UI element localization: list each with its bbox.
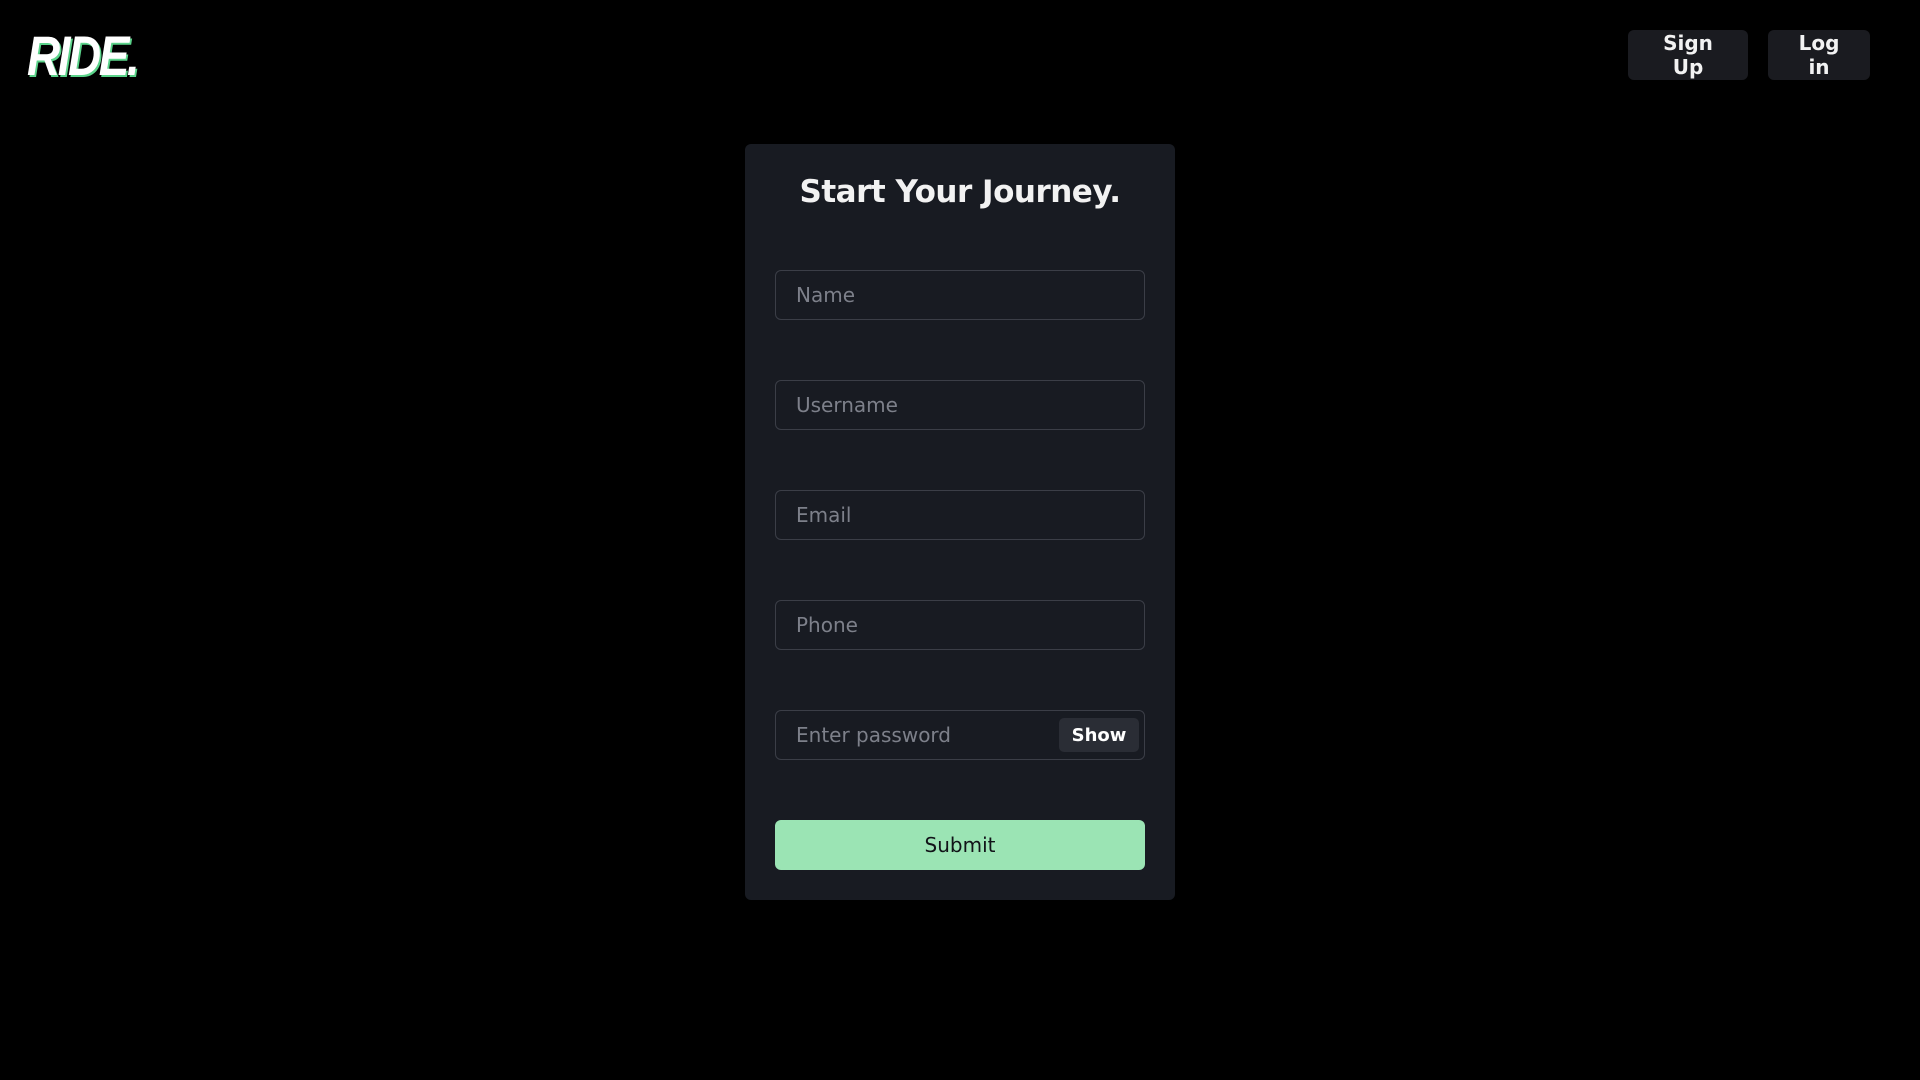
email-input[interactable] xyxy=(775,490,1145,540)
password-input[interactable] xyxy=(776,711,1056,759)
submit-button[interactable]: Submit xyxy=(775,820,1145,870)
signup-card: Start Your Journey. Show Submit xyxy=(745,144,1175,900)
log-in-button[interactable]: Log in xyxy=(1768,30,1870,80)
ride-logo[interactable]: RIDE. xyxy=(27,28,140,84)
name-input[interactable] xyxy=(775,270,1145,320)
sign-up-button[interactable]: Sign Up xyxy=(1628,30,1748,80)
form-title: Start Your Journey. xyxy=(799,174,1121,210)
username-input[interactable] xyxy=(775,380,1145,430)
password-field: Show xyxy=(775,710,1145,760)
phone-input[interactable] xyxy=(775,600,1145,650)
show-password-button[interactable]: Show xyxy=(1059,718,1139,752)
top-bar: RIDE. Sign Up Log in xyxy=(0,0,1920,110)
